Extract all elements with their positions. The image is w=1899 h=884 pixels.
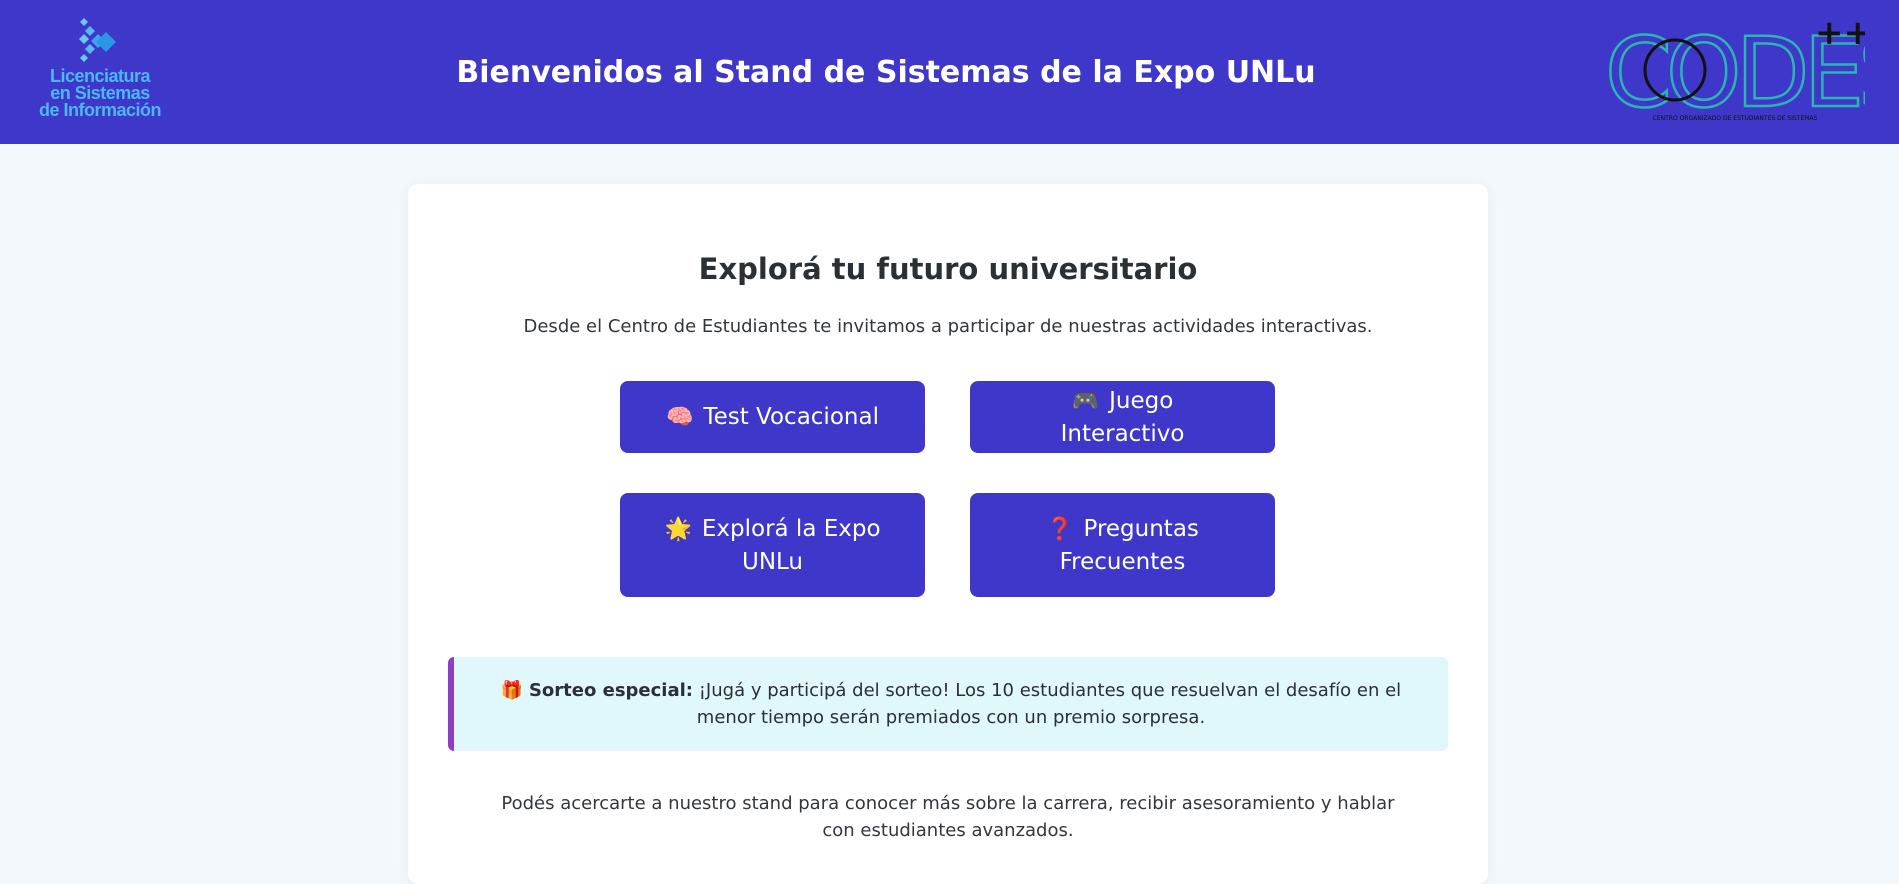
explora-expo-button[interactable]: 🌟 Explorá la Expo UNLu xyxy=(620,493,925,597)
juego-interactivo-button[interactable]: 🎮 Juego Interactivo xyxy=(970,381,1275,453)
codes-logo-caption: CENTRO ORGANIZADO DE ESTUDIANTES DE SIST… xyxy=(1653,115,1818,122)
site-header: Licenciatura en Sistemas de Información … xyxy=(0,0,1899,144)
button-label: Test Vocacional xyxy=(703,403,879,430)
preguntas-frecuentes-button[interactable]: ❓ Preguntas Frecuentes xyxy=(970,493,1275,597)
section-subtitle: Desde el Centro de Estudiantes te invita… xyxy=(523,316,1373,337)
button-label: Preguntas Frecuentes xyxy=(1059,515,1199,575)
stand-info-text: Podés acercarte a nuestro stand para con… xyxy=(501,793,1395,841)
question-mark-icon: ❓ xyxy=(1046,516,1074,542)
diamond-pattern-icon xyxy=(79,18,116,62)
button-label: Explorá la Expo UNLu xyxy=(701,515,881,575)
star-icon: 🌟 xyxy=(664,516,692,542)
codes-logo[interactable]: CODES ++ CENTRO ORGANIZADO DE ESTUDIANTE… xyxy=(1604,13,1899,130)
section-title: Explorá tu futuro universitario xyxy=(698,252,1198,286)
codes-logo-plus: ++ xyxy=(1815,18,1865,53)
gamepad-icon: 🎮 xyxy=(1071,388,1100,414)
raffle-text: ¡Jugá y participá del sorteo! Los 10 est… xyxy=(692,680,1402,728)
page-title: Bienvenidos al Stand de Sistemas de la E… xyxy=(456,55,1316,90)
raffle-notice: 🎁 Sorteo especial: ¡Jugá y participá del… xyxy=(448,657,1448,751)
lsi-logo-text: Licenciatura en Sistemas de Información xyxy=(38,66,162,120)
raffle-label: Sorteo especial: xyxy=(528,680,693,701)
main-card: Explorá tu futuro universitario Desde el… xyxy=(408,184,1488,884)
gift-icon: 🎁 xyxy=(500,680,524,701)
test-vocacional-button[interactable]: 🧠 Test Vocacional xyxy=(620,381,925,453)
lsi-logo[interactable]: Licenciatura en Sistemas de Información xyxy=(30,16,170,128)
brain-icon: 🧠 xyxy=(666,404,694,430)
codes-logo-graphic: CODES ++ CENTRO ORGANIZADO DE ESTUDIANTE… xyxy=(1604,13,1899,130)
